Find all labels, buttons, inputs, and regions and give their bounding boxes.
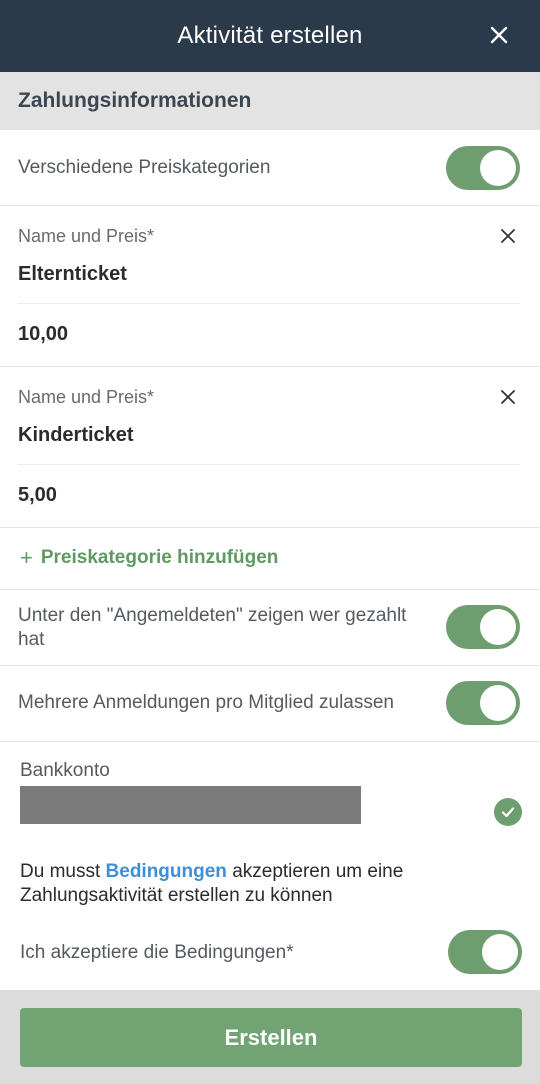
terms-link[interactable]: Bedingungen [106, 861, 227, 882]
price-categories-row: Verschiedene Preiskategorien [0, 130, 540, 206]
footer: Erstellen [0, 990, 540, 1084]
close-button[interactable] [484, 20, 514, 50]
show-paid-row: Unter den "Angemeldeten" zeigen wer geza… [0, 590, 540, 666]
add-price-category-button[interactable]: + Preiskategorie hinzufügen [20, 545, 278, 571]
add-category-row: + Preiskategorie hinzufügen [0, 528, 540, 590]
create-button[interactable]: Erstellen [20, 1008, 522, 1067]
show-paid-label: Unter den "Angemeldeten" zeigen wer geza… [18, 605, 407, 650]
close-icon [501, 390, 515, 404]
toggle-knob [480, 150, 516, 186]
terms-notice: Du musst Bedingungen akzeptieren um eine… [20, 860, 520, 908]
price-categories-label: Verschiedene Preiskategorien [18, 157, 271, 178]
remove-price-button[interactable] [498, 387, 518, 407]
price-entry-1: Name und Preis* Elternticket 10,00 [0, 206, 540, 367]
multiple-signups-toggle[interactable] [446, 681, 520, 725]
toggle-knob [482, 934, 518, 970]
divider [18, 303, 520, 304]
toggle-knob [480, 609, 516, 645]
close-icon [501, 229, 515, 243]
toggle-knob [480, 685, 516, 721]
price-entry-label: Name und Preis* [18, 226, 155, 246]
page-title: Aktivität erstellen [177, 22, 363, 49]
plus-icon: + [20, 545, 33, 570]
price-name-input[interactable]: Elternticket [18, 263, 127, 286]
price-amount-input[interactable]: 5,00 [18, 484, 57, 507]
terms-prefix: Du musst [20, 861, 106, 882]
add-price-category-label: Preiskategorie hinzufügen [40, 547, 279, 568]
divider [18, 464, 520, 465]
bank-account-label: Bankkonto [20, 760, 110, 781]
accept-terms-label: Ich akzeptiere die Bedingungen* [20, 942, 294, 963]
price-name-input[interactable]: Kinderticket [18, 424, 134, 447]
price-amount-input[interactable]: 10,00 [18, 323, 68, 346]
bank-account-field[interactable] [20, 786, 361, 824]
price-entry-2: Name und Preis* Kinderticket 5,00 [0, 367, 540, 528]
accept-terms-toggle[interactable] [448, 930, 522, 974]
remove-price-button[interactable] [498, 226, 518, 246]
price-categories-toggle[interactable] [446, 146, 520, 190]
close-icon [490, 26, 508, 44]
show-paid-toggle[interactable] [446, 605, 520, 649]
check-icon [494, 798, 522, 826]
section-header: Zahlungsinformationen [0, 72, 540, 130]
multiple-signups-label: Mehrere Anmeldungen pro Mitglied zulasse… [18, 692, 394, 713]
price-entry-label: Name und Preis* [18, 387, 155, 407]
section-title: Zahlungsinformationen [18, 89, 252, 112]
multiple-signups-row: Mehrere Anmeldungen pro Mitglied zulasse… [0, 666, 540, 742]
app-header: Aktivität erstellen [0, 0, 540, 72]
